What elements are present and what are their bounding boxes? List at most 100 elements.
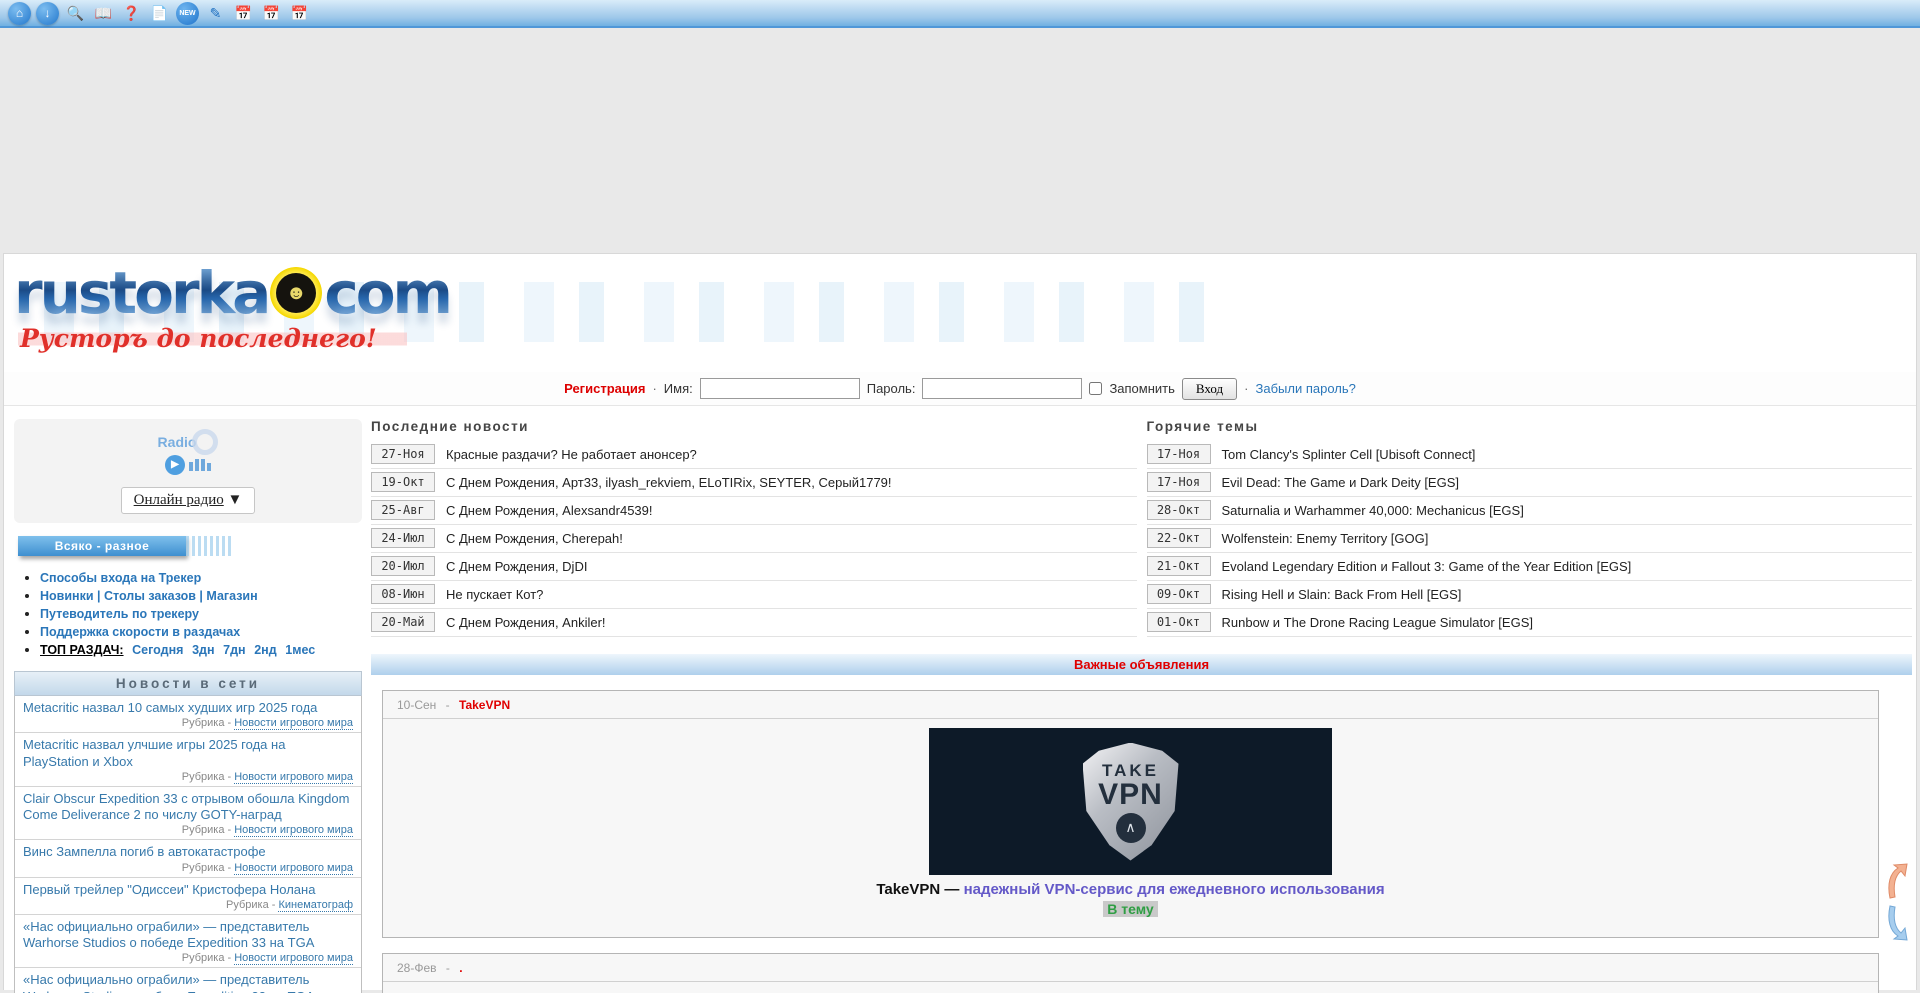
- faq-icon[interactable]: ❓: [120, 2, 143, 25]
- top-link-2w[interactable]: 2нд: [254, 643, 276, 657]
- sidebar-link-speed-support[interactable]: Поддержка скорости в раздачах: [40, 625, 240, 639]
- site-logo[interactable]: rustorka ☻ com: [14, 264, 1916, 322]
- top-torrents-label: ТОП РАЗДАЧ:: [40, 643, 124, 657]
- table-row: 17-Ноя Evil Dead: The Game и Dark Deity …: [1147, 469, 1913, 497]
- news-topic-link[interactable]: С Днем Рождения, Cherepah!: [446, 531, 623, 546]
- rubric-link[interactable]: Кинематограф: [278, 899, 353, 912]
- news-link[interactable]: Clair Obscur Expedition 33 с отрывом обо…: [23, 791, 353, 824]
- rubric-link[interactable]: Новости игрового мира: [234, 717, 353, 730]
- separator: ·: [652, 381, 656, 396]
- home-icon[interactable]: ⌂: [8, 2, 31, 25]
- date-badge: 22-Окт: [1147, 528, 1211, 548]
- password-input[interactable]: [922, 378, 1082, 399]
- table-row: 19-Окт С Днем Рождения, Арт33, ilyash_re…: [371, 469, 1137, 497]
- forgot-password-link[interactable]: Забыли пароль?: [1256, 381, 1356, 396]
- table-row: 22-Окт Wolfenstein: Enemy Territory [GOG…: [1147, 525, 1913, 553]
- remember-checkbox[interactable]: [1089, 382, 1102, 395]
- news-link[interactable]: Первый трейлер "Одиссеи" Кристофера Нола…: [23, 882, 353, 898]
- rules-icon[interactable]: 📄: [148, 2, 171, 25]
- news-link[interactable]: «Нас официально ограбили» — представител…: [23, 919, 353, 952]
- date-badge: 28-Окт: [1147, 500, 1211, 520]
- date-badge: 24-Июл: [371, 528, 435, 548]
- username-input[interactable]: [700, 378, 860, 399]
- site-header: rustorka ☻ com Русторъ до последнего!: [4, 254, 1916, 372]
- calendar-icon[interactable]: 📅: [232, 2, 255, 25]
- topic-link[interactable]: В тему: [1103, 901, 1157, 917]
- top-link-1m[interactable]: 1мес: [285, 643, 315, 657]
- hot-topic-link[interactable]: Saturnalia и Warhammer 40,000: Mechanicu…: [1222, 503, 1524, 518]
- news-topic-link[interactable]: Красные раздачи? Не работает анонсер?: [446, 447, 697, 462]
- search-icon[interactable]: 🔍: [64, 2, 87, 25]
- sidebar-link-novelties[interactable]: Новинки | Столы заказов | Магазин: [40, 589, 258, 603]
- news-link[interactable]: Metacritic назвал улчшие игры 2025 года …: [23, 737, 353, 770]
- hot-topic-link[interactable]: Runbow и The Drone Racing League Simulat…: [1222, 615, 1533, 630]
- date-badge: 20-Май: [371, 612, 435, 632]
- table-row: 21-Окт Evoland Legendary Edition и Fallo…: [1147, 553, 1913, 581]
- rubric-link[interactable]: Новости игрового мира: [234, 862, 353, 875]
- rubric-link[interactable]: Новости игрового мира: [234, 771, 353, 784]
- radio-player: ▶: [165, 455, 211, 475]
- hot-topic-link[interactable]: Tom Clancy's Splinter Cell [Ubisoft Conn…: [1222, 447, 1476, 462]
- shield-icon: TAKE VPN ∧: [1083, 743, 1179, 861]
- table-row: 20-Июл С Днем Рождения, DjDI: [371, 553, 1137, 581]
- date-badge: 19-Окт: [371, 472, 435, 492]
- vpn-service-link[interactable]: надежный VPN-сервис для ежедневного испо…: [964, 881, 1385, 898]
- top-link-today[interactable]: Сегодня: [132, 643, 183, 657]
- username-label: Имя:: [664, 381, 693, 396]
- hot-topic-link[interactable]: Evoland Legendary Edition и Fallout 3: G…: [1222, 559, 1632, 574]
- news-link[interactable]: Винс Зампелла погиб в автокатастрофе: [23, 844, 353, 860]
- face-icon: ☻: [276, 273, 316, 313]
- download-icon[interactable]: ↓: [36, 2, 59, 25]
- takevpn-banner[interactable]: TAKE VPN ∧: [929, 728, 1332, 875]
- play-icon[interactable]: ▶: [165, 455, 185, 475]
- vsyako-raznoe-button[interactable]: Всяко - разное: [18, 536, 186, 556]
- list-item: Metacritic назвал 10 самых худших игр 20…: [15, 696, 361, 733]
- takevpn-link[interactable]: TakeVPN: [459, 698, 510, 712]
- top-link-3d[interactable]: 3дн: [192, 643, 214, 657]
- columns: Radio ▶ Онлайн радио ▼ Всяко - разное Сп…: [4, 406, 1916, 993]
- news-link[interactable]: «Нас официально ограбили» — представител…: [23, 972, 353, 993]
- online-radio-button[interactable]: Онлайн радио ▼: [121, 487, 256, 514]
- news-topic-link[interactable]: Не пускает Кот?: [446, 587, 543, 602]
- news-topic-link[interactable]: С Днем Рождения, Ankiler!: [446, 615, 606, 630]
- register-link[interactable]: Регистрация: [564, 381, 645, 396]
- calendar-icon[interactable]: 📅: [288, 2, 311, 25]
- announcement-date: 10-Сен: [397, 698, 436, 712]
- scroll-up-icon[interactable]: [1884, 862, 1910, 900]
- hot-topic-link[interactable]: Evil Dead: The Game и Dark Deity [EGS]: [1222, 475, 1460, 490]
- rubric-prefix: Рубрика -: [182, 717, 234, 729]
- page-content: rustorka ☻ com Русторъ до последнего! Ре…: [3, 253, 1917, 990]
- news-topic-link[interactable]: С Днем Рождения, DjDI: [446, 559, 587, 574]
- separator: -: [446, 698, 450, 712]
- list-item: Clair Obscur Expedition 33 с отрывом обо…: [15, 787, 361, 841]
- rubric-link[interactable]: Новости игрового мира: [234, 952, 353, 965]
- table-row: 17-Ноя Tom Clancy's Splinter Cell [Ubiso…: [1147, 441, 1913, 469]
- rubric-prefix: Рубрика -: [226, 899, 278, 911]
- date-badge: 09-Окт: [1147, 584, 1211, 604]
- scroll-down-icon[interactable]: [1884, 904, 1910, 942]
- hot-topics-table: Горячие темы 17-Ноя Tom Clancy's Splinte…: [1147, 419, 1913, 637]
- list-item: Первый трейлер "Одиссеи" Кристофера Нола…: [15, 878, 361, 915]
- top-link-7d[interactable]: 7дн: [223, 643, 245, 657]
- calendar-icon[interactable]: 📅: [260, 2, 283, 25]
- rubric-link[interactable]: Новости игрового мира: [234, 824, 353, 837]
- sidebar-link-tracker-access[interactable]: Способы входа на Трекер: [40, 571, 201, 585]
- login-button[interactable]: Вход: [1182, 378, 1237, 400]
- sidebar-link-guide[interactable]: Путеводитель по трекеру: [40, 607, 199, 621]
- important-announcements-header: Важные объявления: [371, 654, 1912, 675]
- hot-topic-link[interactable]: Wolfenstein: Enemy Territory [GOG]: [1222, 531, 1429, 546]
- new-icon[interactable]: NEW: [176, 2, 199, 25]
- latest-news-title: Последние новости: [371, 419, 1137, 434]
- sun-icon: ☻: [270, 267, 322, 319]
- hot-topic-link[interactable]: Rising Hell и Slain: Back From Hell [EGS…: [1222, 587, 1462, 602]
- news-link[interactable]: Metacritic назвал 10 самых худших игр 20…: [23, 700, 353, 716]
- news-topic-link[interactable]: С Днем Рождения, Alexsandr4539!: [446, 503, 653, 518]
- ad-placeholder: [0, 28, 1920, 253]
- edit-icon[interactable]: ✎: [204, 2, 227, 25]
- bookmark-icon[interactable]: 📖: [92, 2, 115, 25]
- list-item: Винс Зампелла погиб в автокатастрофе Руб…: [15, 840, 361, 877]
- arrow-up-icon: ∧: [1116, 813, 1146, 843]
- list-item: «Нас официально ограбили» — представител…: [15, 968, 361, 993]
- news-topic-link[interactable]: С Днем Рождения, Арт33, ilyash_rekviem, …: [446, 475, 892, 490]
- announcement-dot-link[interactable]: .: [459, 961, 462, 975]
